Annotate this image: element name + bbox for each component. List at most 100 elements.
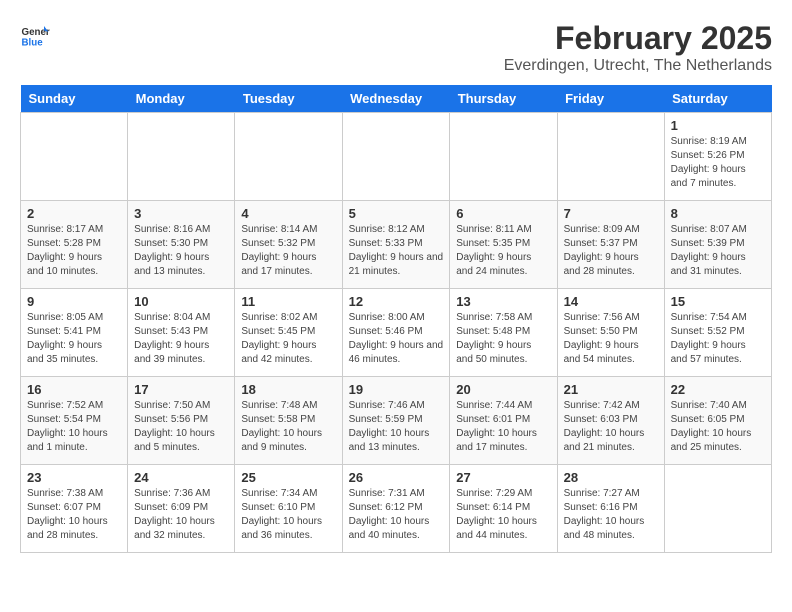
- location-subtitle: Everdingen, Utrecht, The Netherlands: [504, 57, 772, 75]
- calendar-day-cell: [235, 113, 342, 201]
- day-number: 24: [134, 470, 228, 485]
- calendar-day-cell: 12 Sunrise: 8:00 AM Sunset: 5:46 PM Dayli…: [342, 289, 450, 377]
- calendar-day-cell: 26 Sunrise: 7:31 AM Sunset: 6:12 PM Dayli…: [342, 465, 450, 553]
- day-info: Sunrise: 8:05 AM Sunset: 5:41 PM Dayligh…: [27, 311, 121, 367]
- day-info: Sunrise: 8:04 AM Sunset: 5:43 PM Dayligh…: [134, 311, 228, 367]
- calendar-day-cell: 9 Sunrise: 8:05 AM Sunset: 5:41 PM Daylig…: [21, 289, 128, 377]
- day-info: Sunrise: 7:44 AM Sunset: 6:01 PM Dayligh…: [456, 399, 550, 455]
- weekday-header-cell: Thursday: [450, 85, 557, 113]
- day-number: 14: [564, 294, 658, 309]
- day-number: 23: [27, 470, 121, 485]
- day-number: 6: [456, 206, 550, 221]
- day-number: 16: [27, 382, 121, 397]
- calendar-day-cell: 6 Sunrise: 8:11 AM Sunset: 5:35 PM Daylig…: [450, 201, 557, 289]
- day-info: Sunrise: 8:14 AM Sunset: 5:32 PM Dayligh…: [241, 223, 335, 279]
- calendar-week-row: 9 Sunrise: 8:05 AM Sunset: 5:41 PM Daylig…: [21, 289, 772, 377]
- calendar-day-cell: [664, 465, 771, 553]
- day-info: Sunrise: 7:27 AM Sunset: 6:16 PM Dayligh…: [564, 487, 658, 543]
- day-info: Sunrise: 8:00 AM Sunset: 5:46 PM Dayligh…: [349, 311, 444, 367]
- calendar-day-cell: 20 Sunrise: 7:44 AM Sunset: 6:01 PM Dayli…: [450, 377, 557, 465]
- day-number: 1: [671, 118, 765, 133]
- calendar-day-cell: 1Sunrise: 8:19 AM Sunset: 5:26 PM Daylig…: [664, 113, 771, 201]
- day-number: 5: [349, 206, 444, 221]
- calendar-day-cell: 3 Sunrise: 8:16 AM Sunset: 5:30 PM Daylig…: [128, 201, 235, 289]
- day-number: 17: [134, 382, 228, 397]
- day-info: Sunrise: 7:34 AM Sunset: 6:10 PM Dayligh…: [241, 487, 335, 543]
- day-info: Sunrise: 7:48 AM Sunset: 5:58 PM Dayligh…: [241, 399, 335, 455]
- day-info: Sunrise: 7:31 AM Sunset: 6:12 PM Dayligh…: [349, 487, 444, 543]
- day-info: Sunrise: 8:16 AM Sunset: 5:30 PM Dayligh…: [134, 223, 228, 279]
- day-info: Sunrise: 7:56 AM Sunset: 5:50 PM Dayligh…: [564, 311, 658, 367]
- logo: General Blue: [20, 20, 50, 50]
- day-number: 18: [241, 382, 335, 397]
- month-title: February 2025: [504, 20, 772, 57]
- day-number: 4: [241, 206, 335, 221]
- day-info: Sunrise: 7:29 AM Sunset: 6:14 PM Dayligh…: [456, 487, 550, 543]
- calendar-day-cell: 2Sunrise: 8:17 AM Sunset: 5:28 PM Daylig…: [21, 201, 128, 289]
- calendar-day-cell: 13 Sunrise: 7:58 AM Sunset: 5:48 PM Dayli…: [450, 289, 557, 377]
- weekday-header-cell: Tuesday: [235, 85, 342, 113]
- day-info: Sunrise: 7:40 AM Sunset: 6:05 PM Dayligh…: [671, 399, 765, 455]
- calendar-day-cell: 4 Sunrise: 8:14 AM Sunset: 5:32 PM Daylig…: [235, 201, 342, 289]
- day-number: 12: [349, 294, 444, 309]
- calendar-day-cell: [128, 113, 235, 201]
- day-info: Sunrise: 7:58 AM Sunset: 5:48 PM Dayligh…: [456, 311, 550, 367]
- calendar-day-cell: 11 Sunrise: 8:02 AM Sunset: 5:45 PM Dayli…: [235, 289, 342, 377]
- weekday-header-cell: Monday: [128, 85, 235, 113]
- day-number: 10: [134, 294, 228, 309]
- calendar-table: SundayMondayTuesdayWednesdayThursdayFrid…: [20, 85, 772, 553]
- day-number: 27: [456, 470, 550, 485]
- day-number: 15: [671, 294, 765, 309]
- day-number: 19: [349, 382, 444, 397]
- day-number: 26: [349, 470, 444, 485]
- weekday-header-cell: Friday: [557, 85, 664, 113]
- day-number: 7: [564, 206, 658, 221]
- day-info: Sunrise: 8:17 AM Sunset: 5:28 PM Dayligh…: [27, 223, 121, 279]
- calendar-day-cell: 16 Sunrise: 7:52 AM Sunset: 5:54 PM Dayli…: [21, 377, 128, 465]
- calendar-day-cell: 10 Sunrise: 8:04 AM Sunset: 5:43 PM Dayli…: [128, 289, 235, 377]
- calendar-day-cell: 14 Sunrise: 7:56 AM Sunset: 5:50 PM Dayli…: [557, 289, 664, 377]
- calendar-day-cell: 7 Sunrise: 8:09 AM Sunset: 5:37 PM Daylig…: [557, 201, 664, 289]
- calendar-day-cell: 18 Sunrise: 7:48 AM Sunset: 5:58 PM Dayli…: [235, 377, 342, 465]
- day-info: Sunrise: 7:50 AM Sunset: 5:56 PM Dayligh…: [134, 399, 228, 455]
- calendar-week-row: 23 Sunrise: 7:38 AM Sunset: 6:07 PM Dayli…: [21, 465, 772, 553]
- day-info: Sunrise: 8:09 AM Sunset: 5:37 PM Dayligh…: [564, 223, 658, 279]
- day-number: 21: [564, 382, 658, 397]
- calendar-body: 1Sunrise: 8:19 AM Sunset: 5:26 PM Daylig…: [21, 113, 772, 553]
- calendar-day-cell: 8 Sunrise: 8:07 AM Sunset: 5:39 PM Daylig…: [664, 201, 771, 289]
- calendar-day-cell: [342, 113, 450, 201]
- calendar-week-row: 16 Sunrise: 7:52 AM Sunset: 5:54 PM Dayli…: [21, 377, 772, 465]
- day-info: Sunrise: 7:46 AM Sunset: 5:59 PM Dayligh…: [349, 399, 444, 455]
- calendar-day-cell: 28 Sunrise: 7:27 AM Sunset: 6:16 PM Dayli…: [557, 465, 664, 553]
- weekday-header-cell: Sunday: [21, 85, 128, 113]
- calendar-day-cell: 27 Sunrise: 7:29 AM Sunset: 6:14 PM Dayli…: [450, 465, 557, 553]
- calendar-week-row: 1Sunrise: 8:19 AM Sunset: 5:26 PM Daylig…: [21, 113, 772, 201]
- calendar-day-cell: 22 Sunrise: 7:40 AM Sunset: 6:05 PM Dayli…: [664, 377, 771, 465]
- calendar-day-cell: 17 Sunrise: 7:50 AM Sunset: 5:56 PM Dayli…: [128, 377, 235, 465]
- day-number: 13: [456, 294, 550, 309]
- day-number: 11: [241, 294, 335, 309]
- calendar-day-cell: 23 Sunrise: 7:38 AM Sunset: 6:07 PM Dayli…: [21, 465, 128, 553]
- calendar-day-cell: [557, 113, 664, 201]
- day-info: Sunrise: 8:11 AM Sunset: 5:35 PM Dayligh…: [456, 223, 550, 279]
- day-info: Sunrise: 7:52 AM Sunset: 5:54 PM Dayligh…: [27, 399, 121, 455]
- day-info: Sunrise: 7:36 AM Sunset: 6:09 PM Dayligh…: [134, 487, 228, 543]
- title-block: February 2025 Everdingen, Utrecht, The N…: [504, 20, 772, 75]
- day-number: 3: [134, 206, 228, 221]
- calendar-day-cell: 21 Sunrise: 7:42 AM Sunset: 6:03 PM Dayli…: [557, 377, 664, 465]
- day-info: Sunrise: 8:07 AM Sunset: 5:39 PM Dayligh…: [671, 223, 765, 279]
- weekday-header-cell: Saturday: [664, 85, 771, 113]
- day-info: Sunrise: 8:02 AM Sunset: 5:45 PM Dayligh…: [241, 311, 335, 367]
- day-number: 20: [456, 382, 550, 397]
- day-info: Sunrise: 7:42 AM Sunset: 6:03 PM Dayligh…: [564, 399, 658, 455]
- day-number: 9: [27, 294, 121, 309]
- day-info: Sunrise: 7:38 AM Sunset: 6:07 PM Dayligh…: [27, 487, 121, 543]
- logo-icon: General Blue: [20, 20, 50, 50]
- day-number: 8: [671, 206, 765, 221]
- page-header: General Blue February 2025 Everdingen, U…: [20, 20, 772, 75]
- day-number: 28: [564, 470, 658, 485]
- day-info: Sunrise: 7:54 AM Sunset: 5:52 PM Dayligh…: [671, 311, 765, 367]
- day-number: 22: [671, 382, 765, 397]
- calendar-day-cell: 19 Sunrise: 7:46 AM Sunset: 5:59 PM Dayli…: [342, 377, 450, 465]
- svg-text:Blue: Blue: [22, 38, 44, 49]
